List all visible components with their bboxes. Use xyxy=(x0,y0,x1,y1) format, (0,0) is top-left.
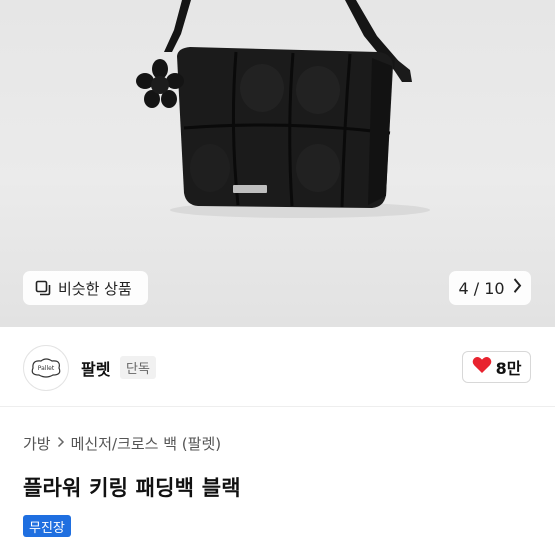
chevron-right-icon xyxy=(57,436,65,452)
breadcrumb-item-category[interactable]: 가방 xyxy=(23,433,51,454)
seller-row: Pallet 팔렛 단독 8만 xyxy=(0,327,555,407)
similar-products-icon xyxy=(35,280,51,296)
breadcrumb: 가방 메신저/크로스 백 (팔렛) xyxy=(23,433,221,454)
seller-name[interactable]: 팔렛 xyxy=(81,356,110,380)
image-counter: 4 / 10 xyxy=(458,279,504,298)
seller-avatar[interactable]: Pallet xyxy=(23,345,69,391)
image-counter-next-button[interactable]: 4 / 10 xyxy=(449,271,531,305)
current-image-index: 4 xyxy=(458,278,469,298)
seller-logo-text: Pallet xyxy=(38,365,55,372)
counter-separator: / xyxy=(473,278,480,298)
product-title: 플라워 키링 패딩백 블랙 xyxy=(23,476,241,500)
seller-logo-icon: Pallet xyxy=(31,358,61,378)
exclusive-badge: 단독 xyxy=(120,356,156,379)
breadcrumb-item-subcategory[interactable]: 메신저/크로스 백 (팔렛) xyxy=(71,433,222,454)
heart-icon xyxy=(472,356,492,378)
like-button[interactable]: 8만 xyxy=(462,351,531,383)
chevron-right-icon xyxy=(513,277,522,299)
product-image-gallery[interactable]: 비슷한 상품 4 / 10 xyxy=(0,0,555,327)
like-count: 8만 xyxy=(495,359,522,378)
similar-products-label: 비슷한 상품 xyxy=(58,279,132,298)
total-images: 10 xyxy=(484,278,505,298)
promotion-tag: 무진장 xyxy=(23,515,71,537)
similar-products-button[interactable]: 비슷한 상품 xyxy=(23,271,148,305)
